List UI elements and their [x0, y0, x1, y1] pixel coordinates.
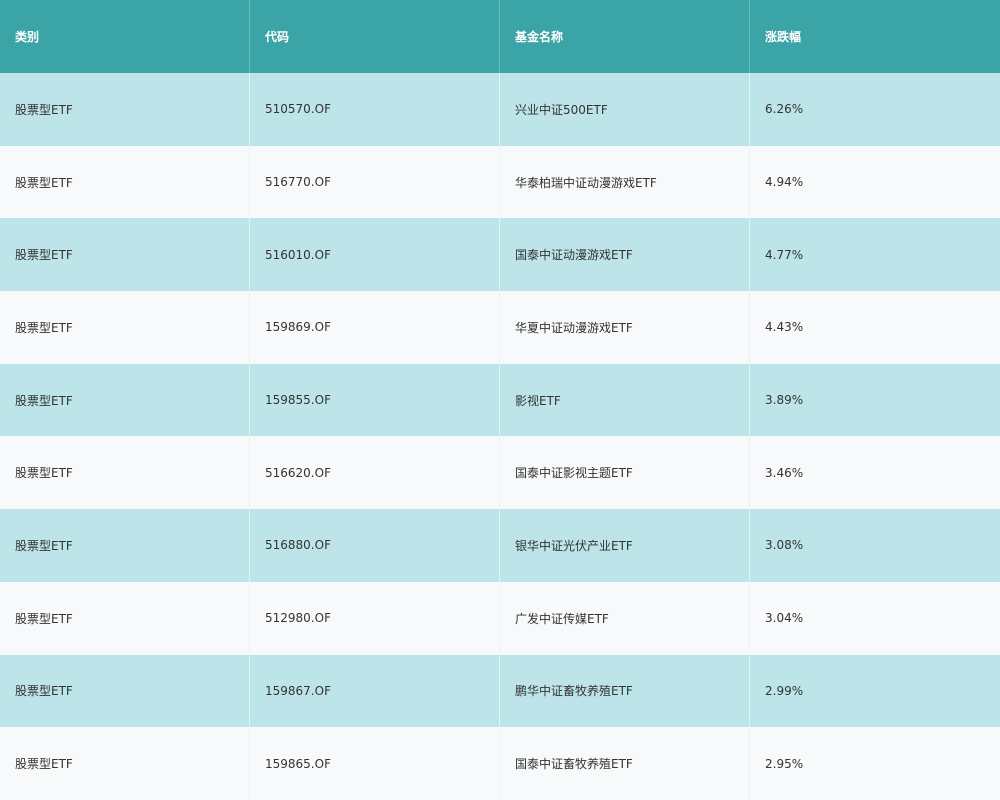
code-cell: 510570.OF	[250, 73, 500, 146]
change-cell: 6.26%	[765, 102, 804, 117]
code-cell: 159855.OF	[250, 363, 500, 437]
change-cell: 3.46%	[765, 465, 804, 480]
category-cell: 股票型ETF	[0, 654, 250, 728]
fund-name-cell: 国泰中证影视主题ETF	[500, 436, 750, 510]
table-row[interactable]: 股票型ETF 159855.OF 影视ETF 3.89%	[0, 363, 1000, 437]
code-cell: 159869.OF	[250, 291, 500, 364]
fund-table: 类别 代码 基金名称 涨跌幅 股票型ETF 510570.OF 兴业中证500E…	[0, 0, 1000, 800]
code-cell: 516010.OF	[250, 218, 500, 292]
category-cell: 股票型ETF	[0, 363, 250, 437]
code-cell: 159865.OF	[250, 727, 500, 800]
table-row[interactable]: 股票型ETF 159867.OF 鹏华中证畜牧养殖ETF 2.99%	[0, 654, 1000, 728]
fund-name-cell: 银华中证光伏产业ETF	[500, 509, 750, 582]
table-header: 类别 代码 基金名称 涨跌幅	[0, 0, 1000, 73]
column-header-code[interactable]: 代码	[250, 0, 500, 73]
change-cell: 2.95%	[765, 756, 804, 771]
category-cell: 股票型ETF	[0, 73, 250, 146]
column-header-change[interactable]: 涨跌幅	[750, 0, 1000, 73]
table-row[interactable]: 股票型ETF 516770.OF 华泰柏瑞中证动漫游戏ETF 4.94%	[0, 145, 1000, 219]
table-row[interactable]: 股票型ETF 510570.OF 兴业中证500ETF 6.26%	[0, 73, 1000, 146]
change-cell: 4.94%	[765, 175, 804, 190]
category-cell: 股票型ETF	[0, 436, 250, 510]
column-header-fund-name[interactable]: 基金名称	[500, 0, 750, 73]
fund-name-cell: 华夏中证动漫游戏ETF	[500, 291, 750, 364]
table-row[interactable]: 股票型ETF 512980.OF 广发中证传媒ETF 3.04%	[0, 581, 1000, 655]
fund-name-cell: 鹏华中证畜牧养殖ETF	[500, 654, 750, 728]
code-cell: 516620.OF	[250, 436, 500, 510]
fund-name-cell: 兴业中证500ETF	[500, 73, 750, 146]
code-cell: 512980.OF	[250, 581, 500, 655]
category-cell: 股票型ETF	[0, 145, 250, 219]
table-row[interactable]: 股票型ETF 516010.OF 国泰中证动漫游戏ETF 4.77%	[0, 218, 1000, 292]
change-cell: 3.89%	[765, 393, 804, 408]
change-cell: 2.99%	[765, 683, 804, 698]
table-row[interactable]: 股票型ETF 516880.OF 银华中证光伏产业ETF 3.08%	[0, 509, 1000, 582]
column-header-category[interactable]: 类别	[0, 0, 250, 73]
change-cell: 4.43%	[765, 320, 804, 335]
table-row[interactable]: 股票型ETF 159869.OF 华夏中证动漫游戏ETF 4.43%	[0, 291, 1000, 364]
category-cell: 股票型ETF	[0, 218, 250, 292]
table-row[interactable]: 股票型ETF 516620.OF 国泰中证影视主题ETF 3.46%	[0, 436, 1000, 510]
change-cell: 3.08%	[765, 538, 804, 553]
table-row[interactable]: 股票型ETF 159865.OF 国泰中证畜牧养殖ETF 2.95%	[0, 727, 1000, 800]
code-cell: 516880.OF	[250, 509, 500, 582]
category-cell: 股票型ETF	[0, 581, 250, 655]
code-cell: 516770.OF	[250, 145, 500, 219]
category-cell: 股票型ETF	[0, 509, 250, 582]
change-cell: 3.04%	[765, 611, 804, 626]
category-cell: 股票型ETF	[0, 291, 250, 364]
change-cell: 4.77%	[765, 247, 804, 262]
fund-name-cell: 华泰柏瑞中证动漫游戏ETF	[500, 145, 750, 219]
category-cell: 股票型ETF	[0, 727, 250, 800]
fund-name-cell: 国泰中证畜牧养殖ETF	[500, 727, 750, 800]
code-cell: 159867.OF	[250, 654, 500, 728]
fund-name-cell: 影视ETF	[500, 363, 750, 437]
fund-name-cell: 广发中证传媒ETF	[500, 581, 750, 655]
fund-name-cell: 国泰中证动漫游戏ETF	[500, 218, 750, 292]
